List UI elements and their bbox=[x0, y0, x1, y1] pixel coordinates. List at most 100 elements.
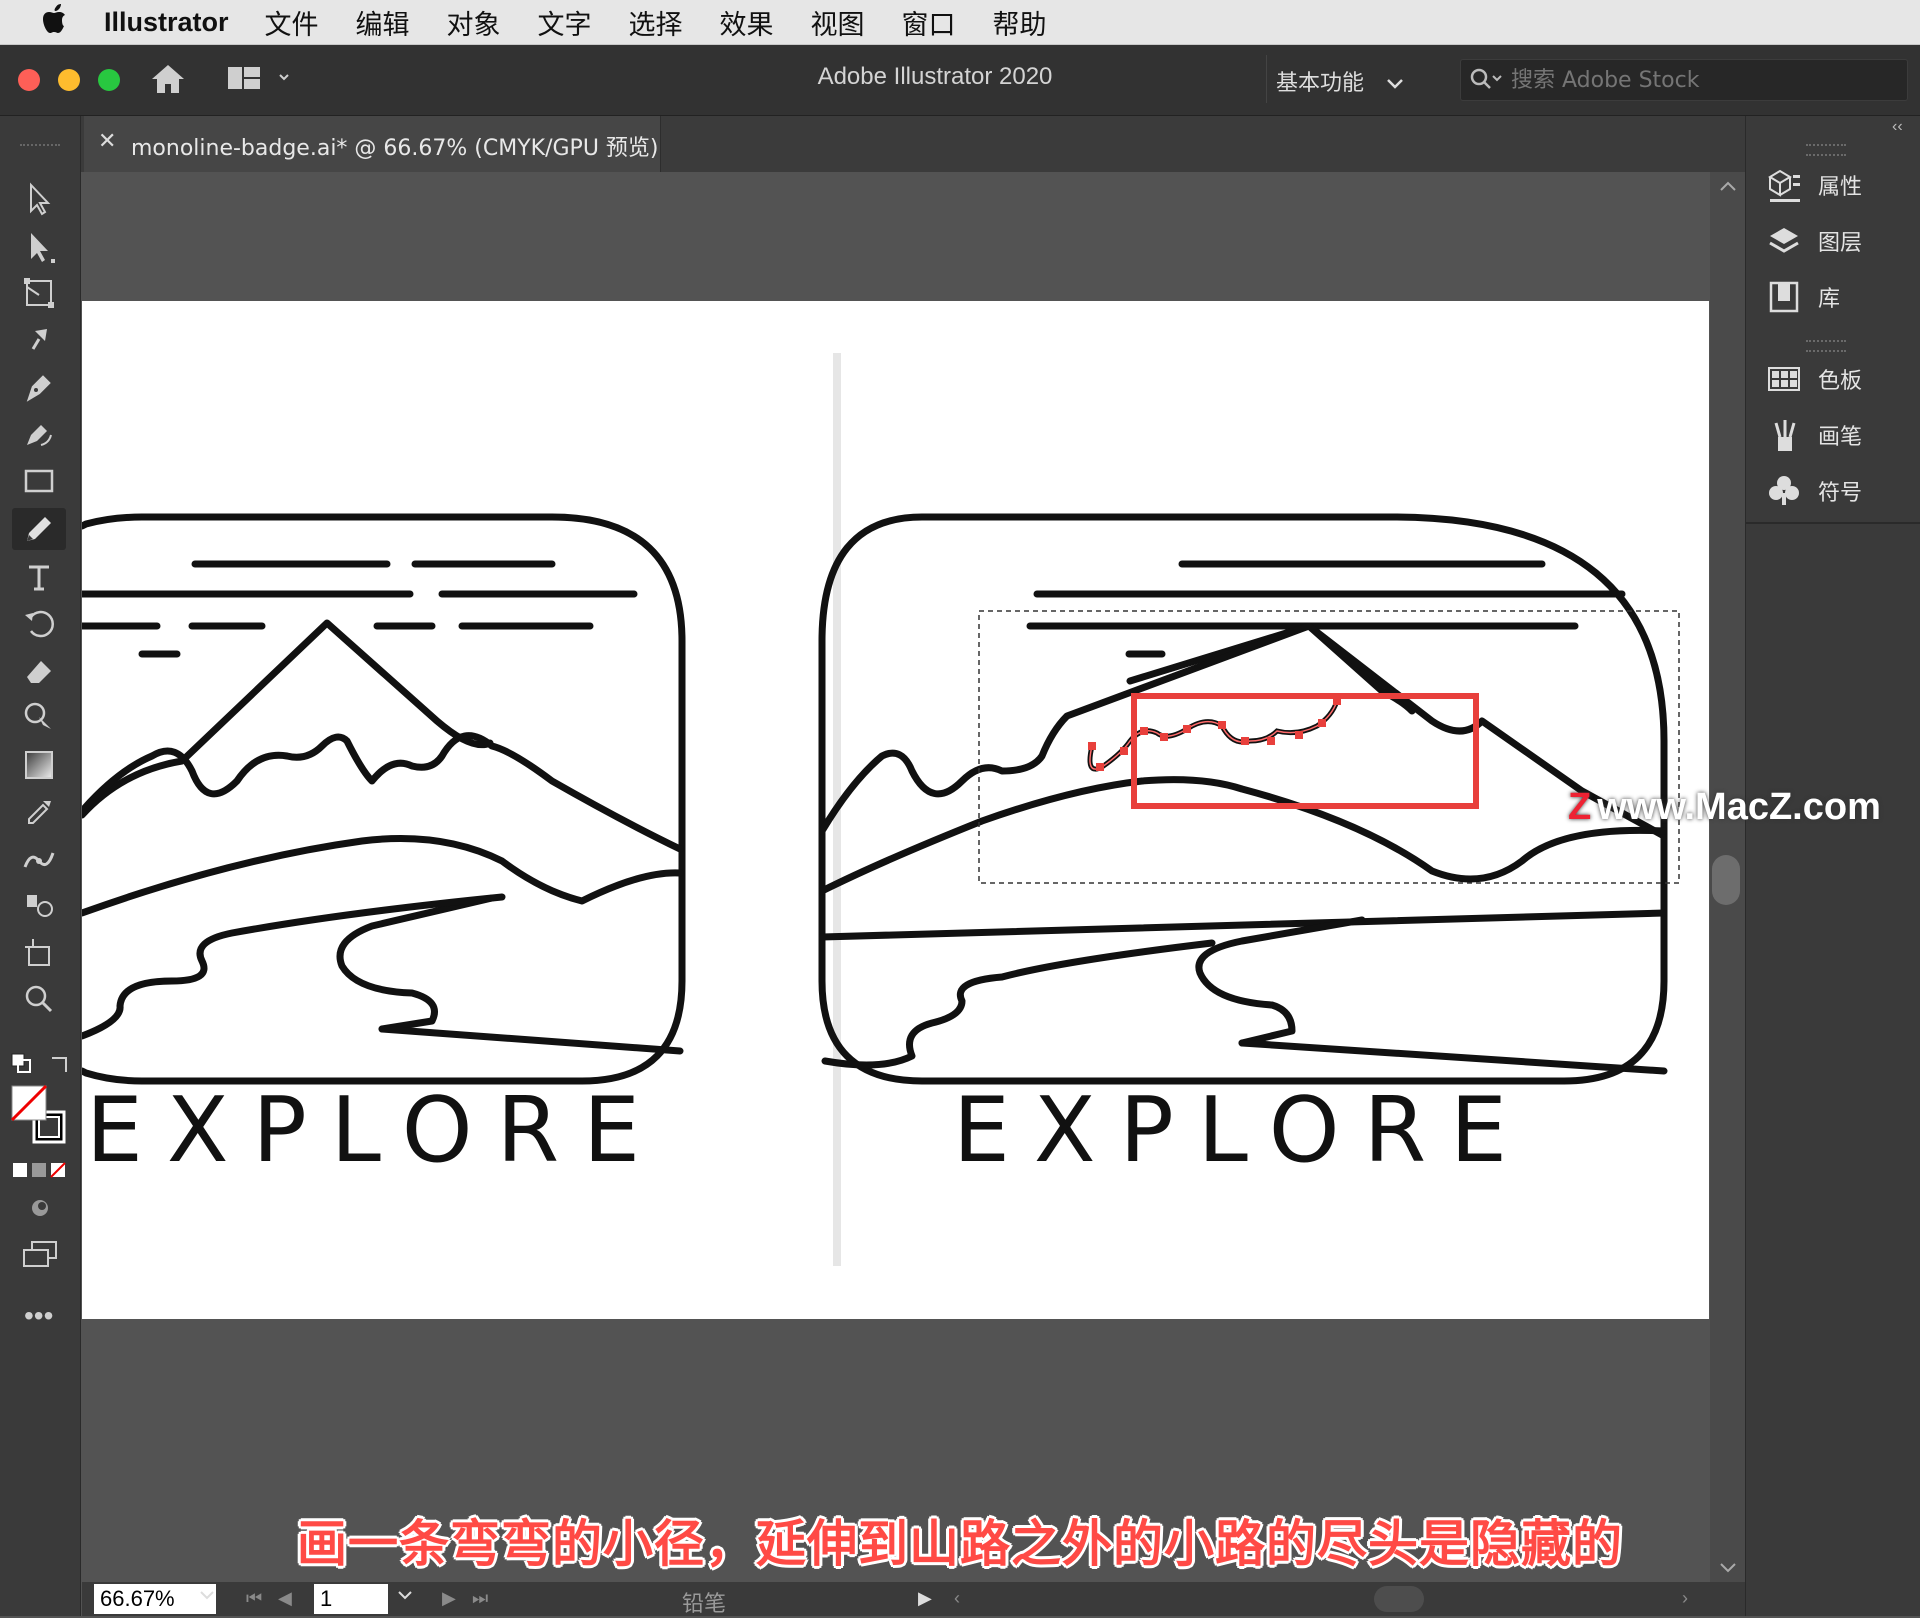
panel-divider bbox=[1746, 522, 1920, 524]
properties-label: 属性 bbox=[1818, 175, 1863, 200]
artwork: EXPLORE EXPLORE bbox=[78, 353, 1680, 1266]
fill-stroke-swatch[interactable] bbox=[10, 1084, 70, 1153]
artboard[interactable]: EXPLORE EXPLORE bbox=[78, 301, 1709, 1319]
brushes-icon bbox=[1764, 415, 1804, 455]
selection-bounding-box bbox=[978, 610, 1680, 884]
symbols-panel-button[interactable]: 符号 bbox=[1764, 468, 1862, 514]
libraries-panel-button[interactable]: 库 bbox=[1764, 274, 1840, 320]
symbols-icon bbox=[1764, 471, 1804, 511]
selection-tool-icon[interactable] bbox=[12, 178, 66, 220]
swatches-label: 色板 bbox=[1818, 369, 1863, 394]
pen-tool-icon[interactable] bbox=[12, 366, 66, 408]
artboard-number-field[interactable]: 1 bbox=[314, 1584, 388, 1614]
watermark-text: www.MacZ.com bbox=[1597, 786, 1881, 828]
layers-label: 图层 bbox=[1818, 231, 1863, 256]
layers-icon bbox=[1764, 221, 1804, 261]
eraser-tool-icon[interactable] bbox=[12, 650, 66, 692]
drawing-mode-icon[interactable] bbox=[28, 1196, 52, 1225]
current-tool-name: 铅笔 bbox=[682, 1592, 727, 1617]
document-tab[interactable]: ✕ monoline-badge.ai* @ 66.67% (CMYK/GPU … bbox=[84, 116, 661, 172]
previous-artboard-icon[interactable]: ◀ bbox=[278, 1588, 292, 1609]
curvature-tool-icon[interactable] bbox=[12, 412, 66, 454]
zoom-level-value: 66.67% bbox=[100, 1586, 175, 1611]
next-artboard-icon[interactable]: ▶ bbox=[442, 1588, 456, 1609]
video-subtitle: 画一条弯弯的小径，延伸到山路之外的小路的尽头是隐藏的 bbox=[297, 1515, 1623, 1573]
brushes-panel-button[interactable]: 画笔 bbox=[1764, 412, 1862, 458]
eyedropper-tool-icon[interactable] bbox=[12, 790, 66, 832]
color-mode-icons[interactable] bbox=[12, 1160, 68, 1185]
menu-edit[interactable]: 编辑 bbox=[356, 3, 410, 42]
direct-selection-tool-icon[interactable] bbox=[12, 226, 66, 268]
close-tab-icon[interactable]: ✕ bbox=[98, 128, 116, 154]
tools-panel: ••• bbox=[0, 116, 81, 1616]
macos-menubar: Illustrator 文件 编辑 对象 文字 选择 效果 视图 窗口 帮助 bbox=[0, 0, 1920, 45]
layers-panel-button[interactable]: 图层 bbox=[1764, 218, 1862, 264]
apple-icon[interactable] bbox=[38, 3, 74, 42]
menu-effect[interactable]: 效果 bbox=[720, 3, 774, 42]
workspace-switcher[interactable]: 基本功能 bbox=[1276, 65, 1405, 97]
app-menu[interactable]: Illustrator bbox=[104, 7, 229, 38]
status-bar: 66.67% ⏮ ◀ 1 ▶ ⏭ 铅笔 ▶ ‹ › bbox=[82, 1582, 1745, 1617]
search-icon bbox=[1469, 66, 1505, 98]
menu-view[interactable]: 视图 bbox=[811, 3, 865, 42]
menu-file[interactable]: 文件 bbox=[265, 3, 319, 42]
properties-panel-button[interactable]: 属性 bbox=[1764, 162, 1862, 208]
menu-object[interactable]: 对象 bbox=[447, 3, 501, 42]
properties-icon bbox=[1764, 165, 1804, 205]
artboard-tool-icon[interactable] bbox=[12, 932, 66, 974]
last-artboard-icon[interactable]: ⏭ bbox=[472, 1588, 488, 1609]
brushes-label: 画笔 bbox=[1818, 425, 1863, 450]
scroll-up-icon[interactable] bbox=[1718, 180, 1738, 199]
badge-outline-left bbox=[78, 513, 686, 1085]
vertical-scroll-thumb[interactable] bbox=[1712, 855, 1740, 905]
badge-outline-right bbox=[818, 513, 1668, 1085]
swatches-panel-button[interactable]: 色板 bbox=[1764, 356, 1862, 402]
panel-group-grip[interactable] bbox=[1806, 340, 1846, 352]
libraries-label: 库 bbox=[1818, 287, 1841, 312]
divider bbox=[1266, 55, 1267, 103]
puppet-warp-tool-icon[interactable] bbox=[12, 318, 66, 360]
menu-window[interactable]: 窗口 bbox=[902, 3, 956, 42]
free-transform-tool-icon[interactable] bbox=[12, 272, 66, 314]
rotate-tool-icon[interactable] bbox=[12, 602, 66, 644]
pencil-tool-icon[interactable] bbox=[12, 508, 66, 550]
pencil-path-selection[interactable] bbox=[978, 610, 1680, 884]
horizontal-scroll-thumb[interactable] bbox=[1374, 1586, 1424, 1612]
watermark-logo: Z bbox=[1568, 786, 1592, 828]
type-tool-icon[interactable] bbox=[12, 556, 66, 598]
menu-help[interactable]: 帮助 bbox=[993, 3, 1047, 42]
left-badge-text: EXPLORE bbox=[86, 1078, 664, 1183]
status-menu-icon[interactable]: ▶ bbox=[918, 1588, 932, 1609]
zoom-tool-icon[interactable] bbox=[12, 978, 66, 1020]
shape-builder-tool-icon[interactable] bbox=[12, 696, 66, 738]
workspace-label: 基本功能 bbox=[1276, 71, 1365, 96]
right-badge-text: EXPLORE bbox=[953, 1078, 1531, 1183]
symbols-label: 符号 bbox=[1818, 481, 1863, 506]
menu-select[interactable]: 选择 bbox=[629, 3, 683, 42]
first-artboard-icon[interactable]: ⏮ bbox=[246, 1588, 262, 1609]
artboard-dropdown-icon[interactable] bbox=[396, 1586, 414, 1607]
edit-toolbar-icon[interactable]: ••• bbox=[24, 1300, 53, 1332]
scroll-right-icon[interactable]: › bbox=[1682, 1588, 1688, 1609]
toolbar-grip[interactable] bbox=[20, 144, 60, 152]
right-badge[interactable] bbox=[818, 513, 1668, 1085]
width-tool-icon[interactable] bbox=[12, 838, 66, 880]
artboard-number-value: 1 bbox=[320, 1586, 333, 1611]
left-badge[interactable] bbox=[78, 513, 686, 1085]
menu-type[interactable]: 文字 bbox=[538, 3, 592, 42]
scroll-left-icon[interactable]: ‹ bbox=[954, 1588, 960, 1609]
screen-mode-icon[interactable] bbox=[20, 1240, 60, 1275]
symbol-sprayer-tool-icon[interactable] bbox=[12, 884, 66, 926]
zoom-dropdown-icon[interactable] bbox=[198, 1586, 216, 1607]
panel-group-grip[interactable] bbox=[1806, 144, 1846, 156]
document-tab-bar: ›› ✕ monoline-badge.ai* @ 66.67% (CMYK/G… bbox=[0, 116, 1745, 172]
adobe-stock-search[interactable] bbox=[1460, 59, 1908, 101]
swap-fill-stroke-icon[interactable] bbox=[48, 1052, 74, 1083]
collapse-panels-icon[interactable]: ‹‹ bbox=[1892, 118, 1903, 136]
anchor-points bbox=[1088, 697, 1341, 771]
rectangle-tool-icon[interactable] bbox=[12, 460, 66, 502]
document-tab-label: monoline-badge.ai* @ 66.67% (CMYK/GPU 预览… bbox=[131, 136, 659, 161]
stock-search-input[interactable] bbox=[1509, 64, 1893, 96]
default-fill-stroke-icon[interactable] bbox=[10, 1052, 40, 1083]
gradient-tool-icon[interactable] bbox=[12, 744, 66, 786]
